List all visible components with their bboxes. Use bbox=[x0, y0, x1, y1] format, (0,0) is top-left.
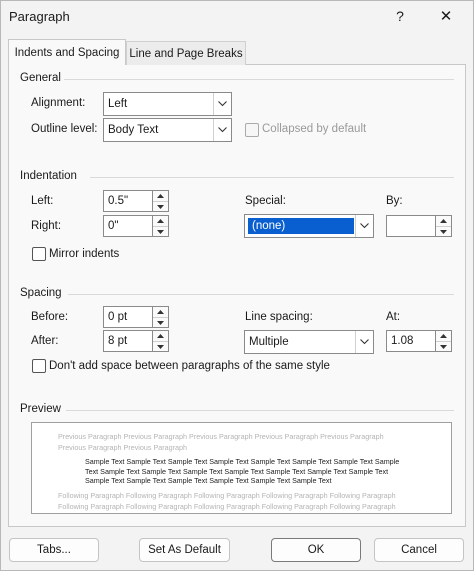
before-label: Before: bbox=[31, 311, 69, 323]
by-label: By: bbox=[386, 195, 403, 207]
indentation-heading: Indentation bbox=[20, 170, 77, 182]
outline-level-value: Body Text bbox=[108, 124, 159, 136]
special-label: Special: bbox=[245, 195, 286, 207]
after-spinner[interactable] bbox=[153, 330, 169, 352]
left-indent-label: Left: bbox=[31, 195, 54, 207]
preview-sample-text: Sample Text Sample Text Sample Text Samp… bbox=[85, 457, 400, 485]
close-icon[interactable]: ✕ bbox=[426, 0, 466, 32]
spin-up-icon[interactable] bbox=[436, 216, 451, 226]
before-spinner[interactable] bbox=[153, 306, 169, 328]
at-label: At: bbox=[386, 311, 401, 323]
ok-button[interactable]: OK bbox=[271, 538, 361, 562]
chevron-down-icon bbox=[213, 119, 231, 141]
indentation-divider bbox=[90, 177, 454, 178]
at-input[interactable]: 1.08 bbox=[386, 330, 436, 352]
collapsed-by-default-checkbox[interactable] bbox=[245, 123, 259, 137]
spacing-divider bbox=[68, 294, 454, 295]
preview-following-paragraph: Following Paragraph Following Paragraph … bbox=[58, 491, 396, 511]
tabs-button[interactable]: Tabs... bbox=[9, 538, 99, 562]
spacing-heading: Spacing bbox=[20, 287, 62, 299]
outline-level-select[interactable]: Body Text bbox=[103, 118, 232, 142]
alignment-value: Left bbox=[108, 98, 128, 110]
general-heading: General bbox=[20, 72, 61, 84]
mirror-indents-checkbox[interactable] bbox=[32, 247, 46, 261]
spin-up-icon[interactable] bbox=[153, 216, 168, 226]
spin-down-icon[interactable] bbox=[436, 341, 451, 352]
mirror-indents-label: Mirror indents bbox=[49, 248, 120, 260]
window-title: Paragraph bbox=[9, 9, 70, 24]
alignment-select[interactable]: Left bbox=[103, 92, 232, 116]
dont-add-space-checkbox[interactable] bbox=[32, 359, 46, 373]
spin-up-icon[interactable] bbox=[153, 191, 168, 201]
spin-down-icon[interactable] bbox=[153, 201, 168, 212]
tab-line-and-page-breaks[interactable]: Line and Page Breaks bbox=[126, 41, 246, 65]
by-input[interactable] bbox=[386, 215, 436, 237]
by-spinner[interactable] bbox=[436, 215, 452, 237]
special-value: (none) bbox=[248, 218, 354, 234]
spin-up-icon[interactable] bbox=[436, 331, 451, 341]
preview-heading: Preview bbox=[20, 403, 61, 415]
chevron-down-icon bbox=[355, 331, 373, 353]
right-indent-input[interactable]: 0" bbox=[103, 215, 153, 237]
right-indent-spinner[interactable] bbox=[153, 215, 169, 237]
help-icon[interactable]: ? bbox=[380, 0, 420, 32]
outline-level-label: Outline level: bbox=[31, 123, 98, 135]
spin-down-icon[interactable] bbox=[153, 341, 168, 352]
line-spacing-select[interactable]: Multiple bbox=[244, 330, 374, 354]
after-label: After: bbox=[31, 335, 59, 347]
general-divider bbox=[64, 79, 454, 80]
line-spacing-label: Line spacing: bbox=[245, 311, 313, 323]
before-input[interactable]: 0 pt bbox=[103, 306, 153, 328]
spin-up-icon[interactable] bbox=[153, 331, 168, 341]
tab-indents-and-spacing[interactable]: Indents and Spacing bbox=[8, 39, 126, 65]
after-input[interactable]: 8 pt bbox=[103, 330, 153, 352]
collapsed-by-default-label: Collapsed by default bbox=[262, 123, 367, 135]
preview-previous-paragraph: Previous Paragraph Previous Paragraph Pr… bbox=[58, 432, 384, 452]
chevron-down-icon bbox=[355, 215, 373, 237]
spin-up-icon[interactable] bbox=[153, 307, 168, 317]
at-spinner[interactable] bbox=[436, 330, 452, 352]
line-spacing-value: Multiple bbox=[249, 336, 289, 348]
left-indent-spinner[interactable] bbox=[153, 190, 169, 212]
preview-divider bbox=[66, 410, 454, 411]
spin-down-icon[interactable] bbox=[153, 226, 168, 237]
title-bar: Paragraph ? ✕ bbox=[0, 0, 474, 32]
special-select[interactable]: (none) bbox=[244, 214, 374, 238]
right-indent-label: Right: bbox=[31, 220, 62, 232]
left-indent-input[interactable]: 0.5" bbox=[103, 190, 153, 212]
cancel-button[interactable]: Cancel bbox=[374, 538, 464, 562]
alignment-label: Alignment: bbox=[31, 97, 86, 109]
spin-down-icon[interactable] bbox=[436, 226, 451, 237]
dont-add-space-label: Don't add space between paragraphs of th… bbox=[49, 360, 330, 372]
preview-pane: Previous Paragraph Previous Paragraph Pr… bbox=[31, 422, 452, 514]
spin-down-icon[interactable] bbox=[153, 317, 168, 328]
set-as-default-button[interactable]: Set As Default bbox=[139, 538, 230, 562]
chevron-down-icon bbox=[213, 93, 231, 115]
